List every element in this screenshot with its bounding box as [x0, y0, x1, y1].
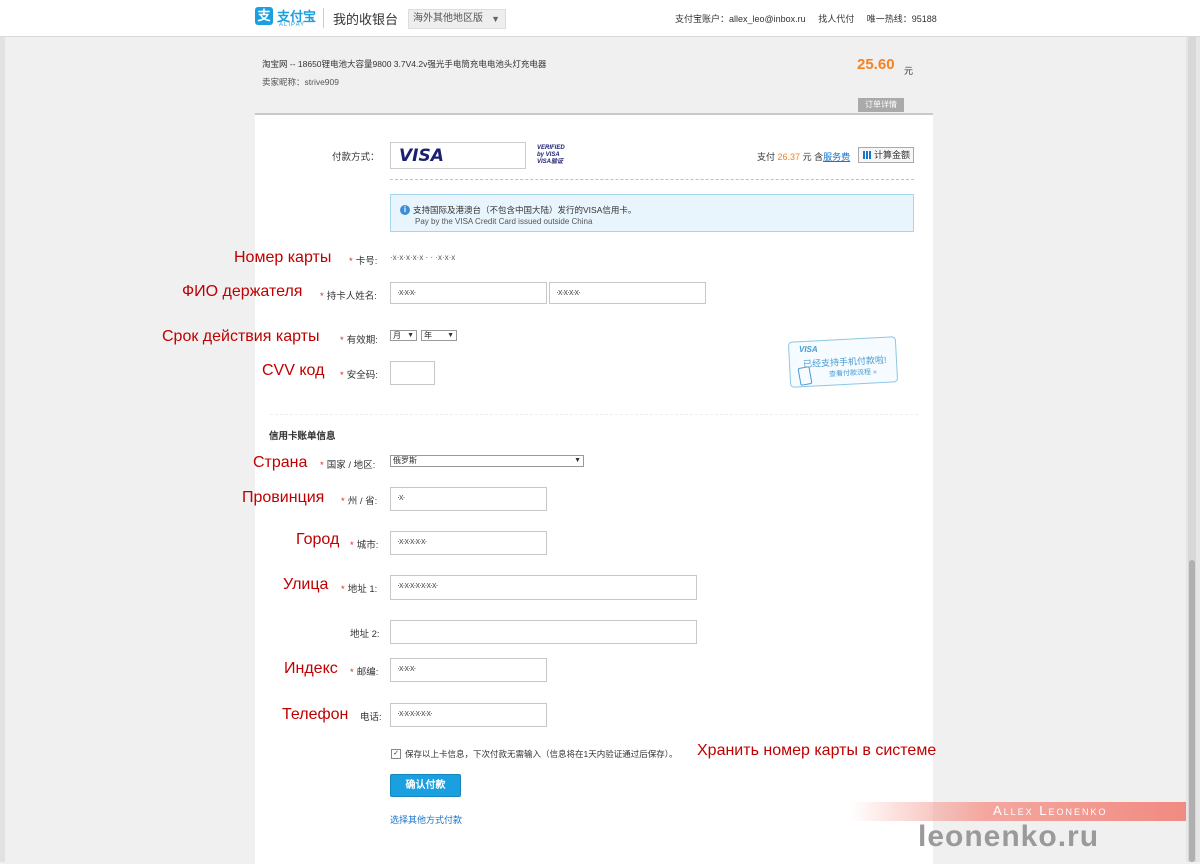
- top-bar: 支 支付宝 ALIPAY 我的收银台 海外其他地区版 ▼ 支付宝账户：allex…: [0, 0, 1200, 37]
- order-title: 淘宝网 -- 18650锂电池大容量9800 3.7V4.2v强光手电筒充电电池…: [262, 59, 547, 69]
- confirm-payment-button[interactable]: 确认付款: [390, 774, 461, 797]
- header-divider: [323, 8, 324, 28]
- card-number-value: ·x·x·x·x·x · · ·x·x·x: [390, 253, 456, 262]
- notice-cn: 支持国际及港澳台（不包含中国大陆）发行的VISA信用卡。: [413, 205, 637, 215]
- annotation-card-number: Номер карты: [234, 249, 332, 266]
- watermark-site: leonenko.ru: [918, 820, 1100, 853]
- visa-logo: VISA: [399, 146, 444, 166]
- visa-method-box[interactable]: VISA: [390, 142, 526, 169]
- holder-first-name-input[interactable]: ·x·x·x·: [390, 282, 547, 304]
- phone-label: 电话:: [360, 712, 382, 723]
- city-input[interactable]: ·x·x·x·x·x·: [390, 531, 547, 555]
- annotation-city: Город: [296, 531, 340, 548]
- annotation-expiry: Срок действия карты: [162, 328, 320, 345]
- country-select[interactable]: 俄罗斯 ▼: [390, 455, 584, 467]
- visa-notice: i 支持国际及港澳台（不包含中国大陆）发行的VISA信用卡。 Pay by th…: [390, 194, 914, 232]
- cvv-label: * 安全码:: [340, 370, 378, 381]
- payment-summary: 支付 26.37 元 含服务费: [757, 152, 851, 162]
- order-amount: 25.60: [857, 56, 895, 73]
- cashier-title: 我的收银台: [333, 12, 399, 27]
- expiry-year-select[interactable]: 年 ▼: [421, 330, 457, 341]
- mobile-pay-promo[interactable]: VISA 已经支持手机付款啦! 查看付款流程 »: [787, 335, 899, 388]
- alipay-logo-subtext: ALIPAY: [279, 22, 306, 28]
- billing-section-title: 信用卡账单信息: [269, 431, 336, 442]
- dropdown-arrow-icon: ▼: [407, 332, 414, 339]
- proxy-pay-link[interactable]: 找人代付: [818, 14, 854, 24]
- scrollbar-thumb[interactable]: [1189, 560, 1195, 862]
- payment-method-label: 付款方式：: [332, 152, 380, 163]
- zip-label: * 邮编:: [350, 667, 379, 678]
- info-icon: i: [400, 205, 410, 215]
- province-label: * 州 / 省:: [341, 496, 378, 507]
- province-input[interactable]: ·x·: [390, 487, 547, 511]
- alipay-logo-icon[interactable]: 支: [255, 7, 273, 25]
- card-number-label: * 卡号:: [349, 256, 378, 267]
- expiry-month-select[interactable]: 月 ▼: [390, 330, 417, 341]
- annotation-cvv: CVV код: [262, 362, 325, 379]
- address2-input[interactable]: [390, 620, 697, 644]
- city-label: * 城市:: [350, 540, 379, 551]
- calculate-amount-button[interactable]: 计算金额: [858, 147, 914, 163]
- annotation-holder-name: ФИО держателя: [182, 283, 303, 300]
- expiry-label: * 有效期:: [340, 335, 378, 346]
- annotation-phone: Телефон: [282, 706, 349, 723]
- save-card-checkbox[interactable]: ✓: [391, 749, 401, 759]
- other-payment-method-link[interactable]: 选择其他方式付款: [390, 813, 462, 826]
- hotline-text: 唯一热线：95188: [866, 14, 937, 24]
- address1-input[interactable]: ·x·x·x·x·x·x·x·: [390, 575, 697, 600]
- dropdown-arrow-icon: ▼: [447, 332, 454, 339]
- seller-nickname: 卖家昵称：strive909: [262, 77, 339, 87]
- payment-total: 26.37: [777, 152, 801, 162]
- verified-by-visa-logo: VERIFIED by VISA VISA验证: [537, 145, 565, 165]
- holder-name-label: * 持卡人姓名:: [320, 291, 377, 302]
- service-fee-link[interactable]: 服务费: [823, 152, 850, 162]
- phone-input[interactable]: ·x·x·x·x·x·x·: [390, 703, 547, 727]
- annotation-save-card: Хранить номер карты в системе: [697, 742, 937, 759]
- watermark-author: Allex Leonenko: [993, 803, 1108, 818]
- annotation-country: Страна: [253, 454, 308, 471]
- annotation-street: Улица: [283, 576, 329, 593]
- page-left-edge: [0, 0, 5, 862]
- address2-label: 地址 2:: [350, 629, 380, 640]
- zip-input[interactable]: ·x·x·x·: [390, 658, 547, 682]
- dropdown-arrow-icon: ▼: [491, 14, 500, 24]
- country-label: * 国家 / 地区:: [320, 460, 376, 471]
- annotation-zip: Индекс: [284, 660, 338, 677]
- dotted-divider: [390, 179, 914, 180]
- save-card-label[interactable]: 保存以上卡信息，下次付款无需输入（信息将在1天内验证通过后保存）。: [405, 748, 677, 760]
- order-currency: 元: [904, 66, 914, 76]
- notice-en: Pay by the VISA Credit Card issued outsi…: [415, 217, 593, 226]
- header-account-info: 支付宝账户：allex_leo@inbox.ru 找人代付 唯一热线：95188: [675, 12, 947, 25]
- calculator-icon: [863, 151, 871, 159]
- section-divider: [270, 414, 918, 415]
- region-label: 海外其他地区版: [413, 13, 483, 24]
- region-selector[interactable]: 海外其他地区版 ▼: [408, 9, 506, 29]
- annotation-province: Провинция: [242, 489, 325, 506]
- dropdown-arrow-icon: ▼: [574, 457, 581, 464]
- address1-label: * 地址 1:: [341, 584, 378, 595]
- account-label: 支付宝账户：allex_leo@inbox.ru: [675, 14, 806, 24]
- cvv-input[interactable]: [390, 361, 435, 385]
- holder-last-name-input[interactable]: ·x·x·x·x·: [549, 282, 706, 304]
- order-detail-button[interactable]: 订单详情: [858, 98, 904, 112]
